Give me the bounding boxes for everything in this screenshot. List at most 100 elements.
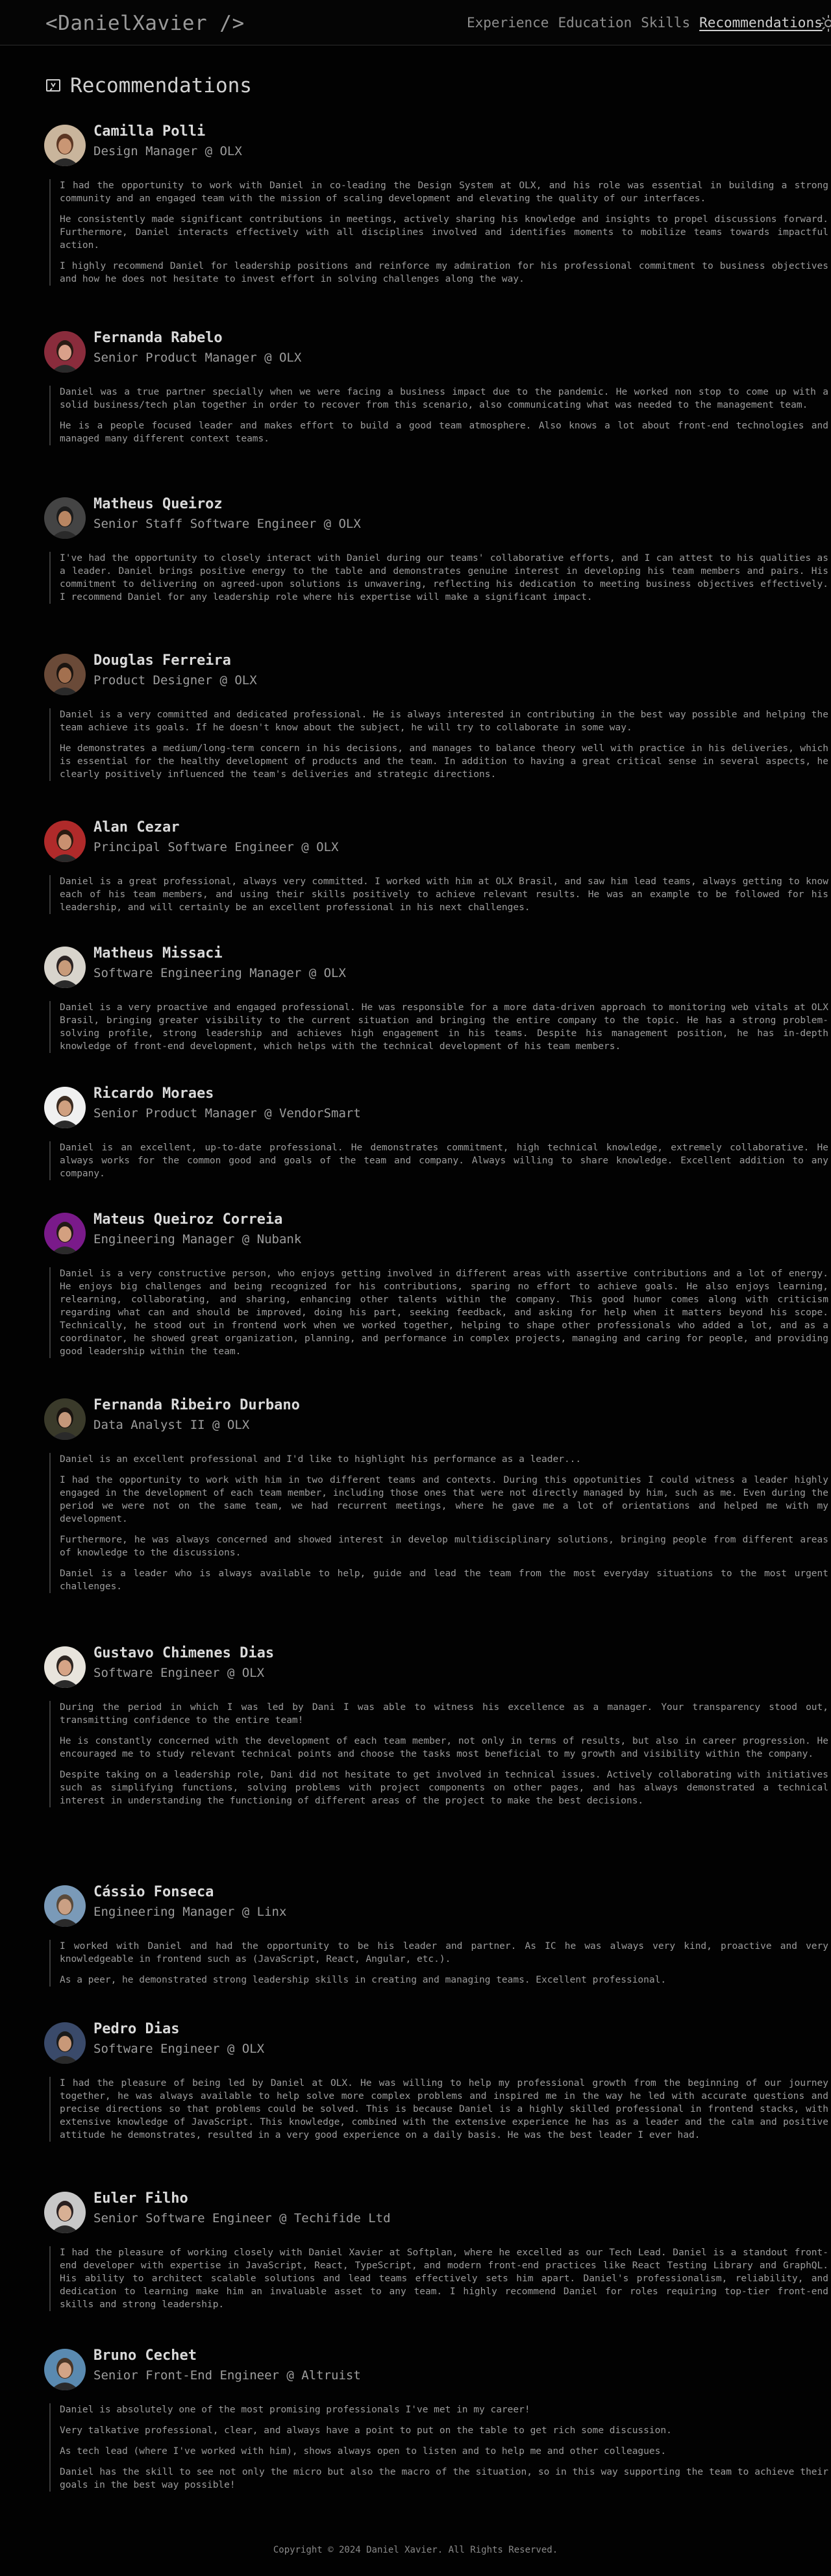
recommender-role: Senior Front-End Engineer @ Altruist [93,2368,361,2383]
recommendation-paragraph: As tech lead (where I've worked with him… [60,2446,667,2457]
avatar[interactable] [44,1885,86,1927]
recommendation-paragraph: During the period in which I was led by … [60,1702,828,1726]
person-photo-icon [44,2192,86,2233]
recommender-name: Pedro Dias [93,2021,180,2037]
recommendation-paragraph: Daniel is a very proactive and engaged p… [60,1002,828,1052]
avatar[interactable] [44,1398,86,1440]
recommender-role: Software Engineer @ OLX [93,1666,265,1680]
recommendation-paragraph: Very talkative professional, clear, and … [60,2425,672,2436]
recommendation-card: Matheus Missaci Software Engineering Man… [44,945,831,1053]
site-logo[interactable]: <DanielXavier /> [45,12,245,35]
recommendation-paragraph: I highly recommend Daniel for leadership… [60,261,828,284]
recommendation-paragraph: Daniel has the skill to see not only the… [60,2467,828,2490]
avatar[interactable] [44,1213,86,1254]
recommendation-paragraph: He demonstrates a medium/long-term conce… [60,743,828,780]
recommender-name: Fernanda Ribeiro Durbano [93,1397,300,1413]
avatar[interactable] [44,947,86,988]
recommendation-text: Daniel is a great professional, always v… [49,875,828,914]
recommendation-header: Euler Filho Senior Software Engineer @ T… [44,2190,831,2233]
sun-icon [820,15,831,32]
person-photo-icon [44,2349,86,2390]
avatar[interactable] [44,1646,86,1688]
nav-link-skills[interactable]: Skills [641,15,690,31]
recommender-name: Gustavo Chimenes Dias [93,1645,275,1661]
recommendation-paragraph: Daniel was a true partner specially when… [60,387,828,410]
recommendation-header: Bruno Cechet Senior Front-End Engineer @… [44,2347,831,2390]
recommendation-paragraph: As a peer, he demonstrated strong leader… [60,1975,667,1985]
recommendation-header: Matheus Missaci Software Engineering Man… [44,945,831,988]
avatar[interactable] [44,1087,86,1128]
recommendation-text: I had the pleasure of working closely wi… [49,2246,828,2311]
recommendation-paragraph: I had the pleasure of working closely wi… [60,2248,828,2310]
recommendation-paragraph: Furthermore, he was always concerned and… [60,1535,828,1558]
recommender-name: Matheus Queiroz [93,496,223,512]
recommendation-text: Daniel was a true partner specially when… [49,386,828,445]
recommendation-text: During the period in which I was led by … [49,1701,828,1807]
recommendation-card: Alan Cezar Principal Software Engineer @… [44,819,831,914]
recommender-name: Ricardo Moraes [93,1085,214,1102]
avatar[interactable] [44,2349,86,2390]
avatar[interactable] [44,2022,86,2064]
recommendation-paragraph: He consistently made significant contrib… [60,214,828,251]
recommender-role: Engineering Manager @ Nubank [93,1232,302,1246]
recommender-role: Principal Software Engineer @ OLX [93,840,339,854]
main-nav: Experience Education Skills Recommendati… [467,15,823,31]
avatar[interactable] [44,821,86,862]
recommendation-header: Fernanda Ribeiro Durbano Data Analyst II… [44,1397,831,1440]
recommendation-card: Camilla Polli Design Manager @ OLX I had… [44,123,831,286]
recommender-role: Design Manager @ OLX [93,144,242,158]
recommendation-text: Daniel is absolutely one of the most pro… [49,2403,828,2492]
recommendation-text: Daniel is an excellent, up-to-date profe… [49,1141,828,1180]
person-photo-icon [44,497,86,539]
recommendation-card: Ricardo Moraes Senior Product Manager @ … [44,1085,831,1180]
avatar[interactable] [44,654,86,695]
site-footer: Copyright © 2024 Daniel Xavier. All Righ… [273,2545,558,2555]
nav-link-experience[interactable]: Experience [467,15,549,31]
recommendation-text: I had the pleasure of being led by Danie… [49,2077,828,2142]
avatar[interactable] [44,497,86,539]
recommendation-paragraph: Daniel is a very constructive person, wh… [60,1269,828,1357]
recommender-role: Product Designer @ OLX [93,673,257,687]
recommendation-paragraph: I've had the opportunity to closely inte… [60,553,828,602]
recommendation-paragraph: I had the pleasure of being led by Danie… [60,2078,828,2140]
recommendation-card: Mateus Queiroz Correia Engineering Manag… [44,1211,831,1358]
recommender-name: Alan Cezar [93,819,180,836]
theme-toggle-button[interactable] [819,14,831,32]
recommendation-paragraph: He is a people focused leader and makes … [60,421,828,444]
recommender-name: Matheus Missaci [93,945,223,961]
person-photo-icon [44,331,86,373]
recommendation-paragraph: He is constantly concerned with the deve… [60,1736,828,1759]
recommender-name: Mateus Queiroz Correia [93,1211,283,1228]
recommendation-paragraph: I had the opportunity to work with Danie… [60,180,828,204]
recommendation-header: Fernanda Rabelo Senior Product Manager @… [44,330,831,373]
recommendation-paragraph: Daniel is an excellent professional and … [60,1454,582,1465]
section-title: Recommendations [70,74,252,97]
nav-link-education[interactable]: Education [558,15,632,31]
recommendation-header: Douglas Ferreira Product Designer @ OLX [44,652,831,695]
person-photo-icon [44,947,86,988]
recommendation-paragraph: Daniel is a leader who is always availab… [60,1568,828,1592]
recommender-role: Data Analyst II @ OLX [93,1418,250,1432]
recommender-name: Douglas Ferreira [93,652,231,669]
recommendation-card: Fernanda Rabelo Senior Product Manager @… [44,330,831,445]
person-photo-icon [44,125,86,166]
recommendation-card: Gustavo Chimenes Dias Software Engineer … [44,1645,831,1807]
recommendation-text: I worked with Daniel and had the opportu… [49,1940,828,1987]
recommendation-header: Matheus Queiroz Senior Staff Software En… [44,496,831,539]
avatar[interactable] [44,125,86,166]
recommendation-header: Alan Cezar Principal Software Engineer @… [44,819,831,862]
recommender-role: Senior Product Manager @ VendorSmart [93,1106,361,1121]
person-photo-icon [44,1646,86,1688]
avatar[interactable] [44,2192,86,2233]
recommendation-paragraph: Daniel is a very committed and dedicated… [60,710,828,733]
nav-link-recommendations[interactable]: Recommendations [699,15,823,31]
recommender-role: Software Engineer @ OLX [93,2042,265,2056]
recommender-role: Senior Staff Software Engineer @ OLX [93,517,361,531]
recommendation-paragraph: I had the opportunity to work with him i… [60,1475,828,1524]
recommender-name: Bruno Cechet [93,2347,197,2364]
recommendation-card: Euler Filho Senior Software Engineer @ T… [44,2190,831,2311]
recommendation-paragraph: I worked with Daniel and had the opportu… [60,1941,828,1964]
recommendation-header: Ricardo Moraes Senior Product Manager @ … [44,1085,831,1128]
avatar[interactable] [44,331,86,373]
recommendation-header: Mateus Queiroz Correia Engineering Manag… [44,1211,831,1254]
